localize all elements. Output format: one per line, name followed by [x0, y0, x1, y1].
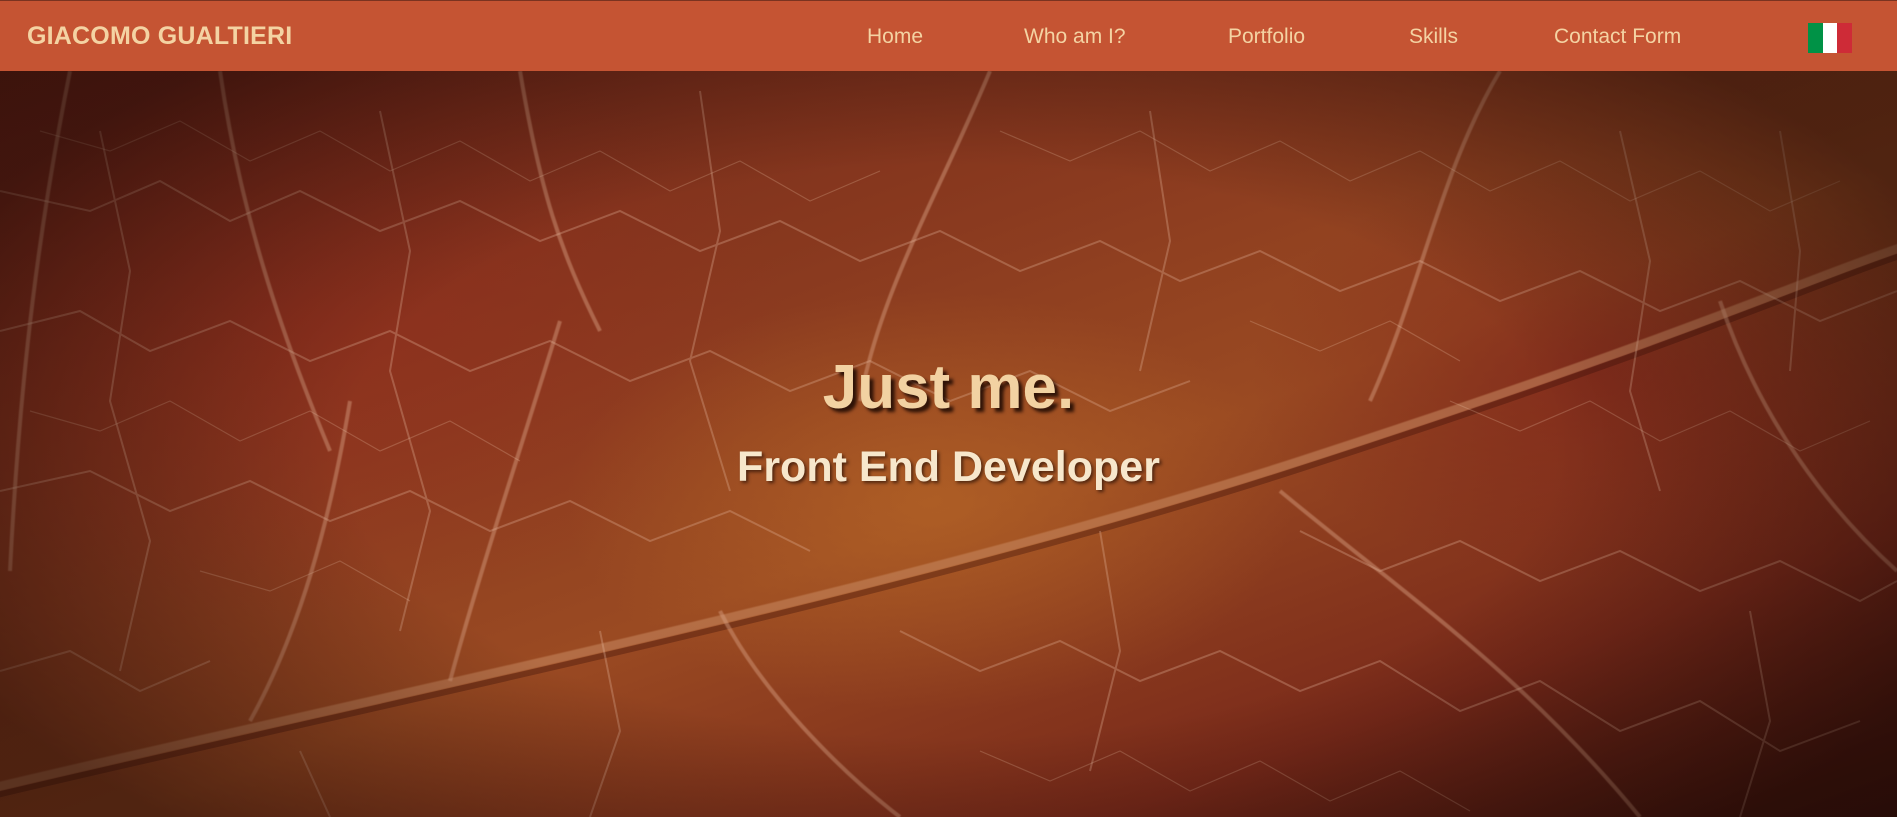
- nav-link-contact-form[interactable]: Contact Form: [1554, 1, 1681, 72]
- flag-stripe-green: [1808, 23, 1823, 53]
- nav-link-skills[interactable]: Skills: [1409, 1, 1458, 72]
- top-navbar: GIACOMO GUALTIERI Home Who am I? Portfol…: [0, 0, 1897, 71]
- brand-logo[interactable]: GIACOMO GUALTIERI: [27, 1, 292, 72]
- flag-stripe-white: [1822, 23, 1838, 53]
- flag-stripe-red: [1837, 23, 1853, 53]
- hero-subheading: Front End Developer: [737, 443, 1160, 491]
- nav-link-who-am-i[interactable]: Who am I?: [1024, 1, 1126, 72]
- nav-link-portfolio[interactable]: Portfolio: [1228, 1, 1305, 72]
- nav-link-home[interactable]: Home: [867, 1, 923, 72]
- hero-heading: Just me.: [822, 353, 1075, 422]
- italy-flag-icon[interactable]: [1808, 23, 1853, 53]
- hero-section: Just me. Front End Developer: [0, 71, 1897, 817]
